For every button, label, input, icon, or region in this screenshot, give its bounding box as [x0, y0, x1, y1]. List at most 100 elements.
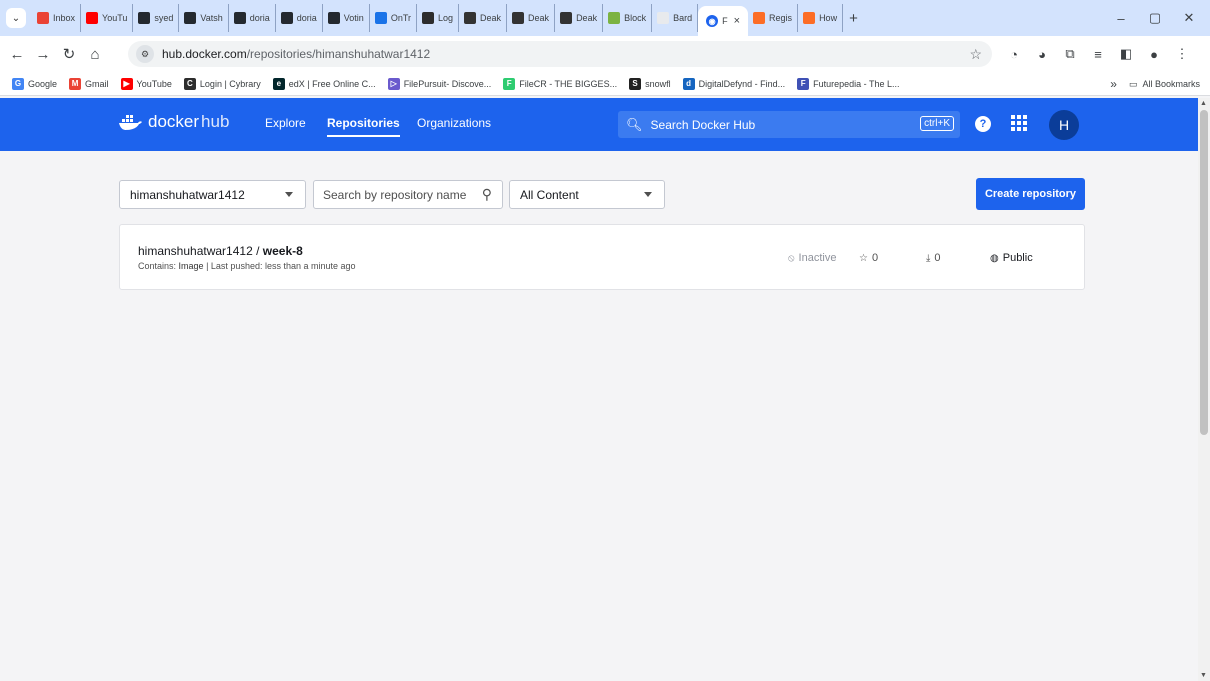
- nav-explore[interactable]: Explore: [265, 116, 306, 130]
- tab-13[interactable]: Bard: [652, 4, 699, 32]
- bookmark-label: Futurepedia - The L...: [813, 78, 900, 89]
- extension-mask-icon[interactable]: ◕: [1028, 47, 1056, 62]
- snowfl-icon: S: [629, 77, 642, 90]
- pulls-value: 0: [934, 252, 941, 264]
- content-filter-select[interactable]: All Content: [509, 180, 665, 209]
- forward-icon[interactable]: →: [32, 46, 54, 63]
- tab-label: Bard: [673, 13, 693, 23]
- tab-12[interactable]: Block: [603, 4, 653, 32]
- nav-organizations[interactable]: Organizations: [417, 116, 491, 130]
- tab-0[interactable]: Inbox: [32, 4, 82, 32]
- create-repository-button[interactable]: Create repository: [976, 178, 1085, 210]
- address-bar[interactable]: ⚙ hub.docker.com/repositories/himanshuha…: [128, 41, 992, 67]
- bookmark-item-4[interactable]: e edX | Free Online C...: [272, 77, 376, 90]
- bookmark-item-0[interactable]: G Google: [12, 77, 57, 90]
- help-icon[interactable]: ?: [975, 116, 991, 132]
- repository-meta: Contains: Image | Last pushed: less than…: [138, 261, 356, 271]
- tab-search-button[interactable]: ⌄: [6, 8, 26, 28]
- repository-search-input[interactable]: [323, 187, 473, 202]
- docker-icon: ◉: [706, 15, 719, 27]
- bookmark-label: DigitalDefynd - Find...: [698, 78, 786, 89]
- search-icon: 🔍︎: [626, 116, 643, 132]
- tab-4[interactable]: doria: [229, 4, 276, 32]
- bookmark-item-1[interactable]: M Gmail: [69, 77, 109, 90]
- restore-icon[interactable]: ▢: [1138, 0, 1172, 36]
- tab-label: Vatsh: [200, 13, 223, 23]
- profile-icon[interactable]: ●: [1140, 47, 1168, 62]
- more-bookmarks-button[interactable]: »: [1110, 77, 1117, 91]
- dockerhub-logo[interactable]: docker hub: [118, 112, 229, 132]
- chevron-down-icon: [644, 192, 652, 197]
- close-window-icon[interactable]: ✕: [1172, 0, 1206, 36]
- repository-search[interactable]: ⚲: [313, 180, 503, 209]
- home-icon[interactable]: ⌂: [84, 46, 106, 63]
- reading-list-icon[interactable]: ≡: [1084, 47, 1112, 62]
- tab-1[interactable]: YouTu: [81, 4, 134, 32]
- tab-list-trailing: Regis How: [748, 4, 844, 32]
- tab-2[interactable]: syed: [133, 4, 180, 32]
- reload-icon[interactable]: ↻: [58, 45, 80, 63]
- close-icon[interactable]: ×: [734, 15, 740, 27]
- bookmark-star-icon[interactable]: ☆: [969, 46, 982, 63]
- bookmark-item-8[interactable]: d DigitalDefynd - Find...: [682, 77, 786, 90]
- apps-grid-icon[interactable]: [1011, 115, 1027, 131]
- scrollbar-thumb[interactable]: [1200, 110, 1208, 435]
- tab-10[interactable]: Deak: [507, 4, 556, 32]
- side-panel-icon[interactable]: ◧: [1112, 46, 1140, 62]
- tab-8[interactable]: Log: [417, 4, 460, 32]
- nav-repositories[interactable]: Repositories: [327, 116, 400, 137]
- scroll-down-icon[interactable]: ▼: [1200, 672, 1207, 679]
- url-path: /repositories/himanshuhatwar1412: [246, 47, 431, 61]
- speed-icon[interactable]: ◔: [1000, 47, 1028, 62]
- bookmark-item-3[interactable]: C Login | Cybrary: [183, 77, 261, 90]
- bookmark-label: FileCR - THE BIGGES...: [519, 78, 618, 89]
- page-scrollbar[interactable]: ▲ ▼: [1198, 98, 1210, 681]
- logo-hub-text: hub: [201, 112, 230, 131]
- github-icon: [233, 12, 246, 24]
- avatar[interactable]: H: [1049, 110, 1079, 140]
- repository-name-separator: /: [252, 244, 263, 258]
- bookmark-item-9[interactable]: F Futurepedia - The L...: [797, 77, 900, 90]
- bookmark-label: edX | Free Online C...: [288, 78, 376, 89]
- scroll-up-icon[interactable]: ▲: [1200, 100, 1207, 107]
- tab-3[interactable]: Vatsh: [179, 4, 229, 32]
- stars-count: ☆ 0: [859, 252, 878, 264]
- tab-label: Block: [624, 13, 647, 23]
- menu-kebab-icon[interactable]: ⋮: [1168, 46, 1196, 62]
- back-icon[interactable]: ←: [6, 46, 28, 63]
- tab-7[interactable]: OnTr: [370, 4, 417, 32]
- tab-6[interactable]: Votin: [323, 4, 370, 32]
- all-bookmarks-link[interactable]: All Bookmarks: [1142, 79, 1200, 89]
- repository-row[interactable]: himanshuhatwar1412 / week-8 Contains: Im…: [119, 224, 1085, 290]
- tab-5[interactable]: doria: [276, 4, 323, 32]
- bookmark-label: Gmail: [85, 78, 109, 89]
- download-icon: ⤓: [926, 252, 931, 264]
- stars-value: 0: [871, 252, 879, 264]
- gmail-icon: M: [69, 77, 82, 90]
- bookmark-item-6[interactable]: F FileCR - THE BIGGES...: [503, 77, 618, 90]
- tab-trailing-0[interactable]: Regis: [748, 4, 799, 32]
- tab-label: Votin: [343, 13, 364, 23]
- minimize-icon[interactable]: –: [1104, 0, 1138, 36]
- bookmark-label: snowfl: [645, 78, 671, 89]
- tab-label: Deak: [576, 13, 598, 23]
- bookmark-item-2[interactable]: ▶ YouTube: [120, 77, 172, 90]
- new-tab-button[interactable]: +: [849, 10, 858, 27]
- repository-namespace: himanshuhatwar1412: [138, 244, 253, 258]
- namespace-select[interactable]: himanshuhatwar1412: [119, 180, 306, 209]
- tab-list: Inbox YouTu syed Vatsh doria doria Votin OnTr Lo…: [32, 4, 699, 32]
- extensions-puzzle-icon[interactable]: ⧉: [1056, 46, 1084, 62]
- dockerhub-search[interactable]: 🔍︎ Search Docker Hub ctrl+K: [618, 111, 960, 138]
- tab-trailing-1[interactable]: How: [798, 4, 844, 32]
- site-info-icon[interactable]: ⚙: [136, 45, 154, 63]
- repository-name[interactable]: himanshuhatwar1412 / week-8: [138, 244, 303, 258]
- dockerhub-search-placeholder: Search Docker Hub: [650, 117, 756, 132]
- bookmark-item-7[interactable]: Ssnowfl: [629, 77, 671, 90]
- tab-active[interactable]: ◉ F ×: [698, 6, 749, 36]
- namespace-value: himanshuhatwar1412: [130, 187, 245, 202]
- tab-11[interactable]: Deak: [555, 4, 604, 32]
- bookmark-item-5[interactable]: ▷ FilePursuit- Discove...: [387, 77, 491, 90]
- edx-icon: e: [272, 77, 285, 90]
- tab-9[interactable]: Deak: [459, 4, 508, 32]
- tab-label: syed: [154, 13, 174, 23]
